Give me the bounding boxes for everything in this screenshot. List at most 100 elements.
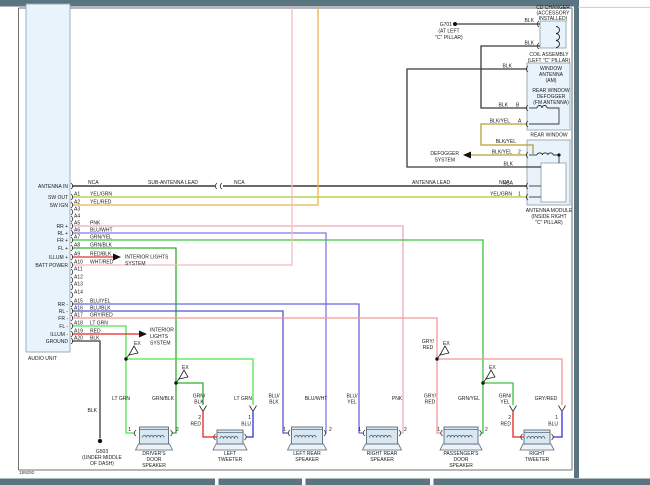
diagram-text: YEL: [500, 400, 510, 406]
diagram-text: RL +: [57, 231, 68, 237]
diagram-text: 2: [198, 415, 201, 421]
junction-dot: [557, 153, 560, 156]
left-tweeter-base: [213, 444, 247, 450]
diagram-text: 2: [329, 427, 332, 433]
wire-a2-yelred: [72, 8, 318, 205]
defogger-system-arrow: [463, 152, 471, 159]
diagram-text: GROUND: [46, 339, 69, 345]
antenna-amplifier-box: [541, 163, 566, 202]
diagram-text: A13: [74, 282, 83, 288]
pin-connector-icon: [552, 434, 554, 440]
diagram-text: REAR WINDOW: [530, 133, 568, 139]
pin-connector-icon: [71, 183, 73, 189]
diagram-text: SUB-ANTENNA LEAD: [148, 180, 198, 186]
diagram-text: NCA: [234, 180, 245, 186]
diagram-text: SW OUT: [48, 195, 68, 201]
diagram-text: YEL/GRN: [490, 192, 512, 198]
diagram-text: LIGHTS: [150, 334, 169, 340]
pin-connector-icon: [71, 331, 73, 337]
g701-ground-icon: [453, 22, 457, 26]
diagram-text: PNK: [392, 396, 403, 402]
pin-connector-icon: [288, 430, 290, 436]
diagram-text: LT GRN: [90, 321, 108, 327]
diagram-text: BLK: [525, 18, 535, 24]
diagram-text: BLU/BLK: [90, 306, 111, 312]
diagram-text: BLK: [88, 408, 98, 414]
diagram-text: BLK: [503, 64, 513, 70]
diagram-text: A15: [74, 299, 83, 305]
diagram-text: 2: [508, 415, 511, 421]
passengers-door-speaker-base: [440, 444, 482, 450]
diagram-text: RED/BLK: [90, 252, 112, 258]
diagram-text: SPEAKER: [370, 457, 394, 463]
wire-left-tweeter-red: [203, 412, 217, 437]
diagram-text: YEL/RED: [90, 200, 112, 206]
diagram-text: FL -: [59, 324, 68, 330]
interior-lights-arrow-2: [139, 331, 147, 338]
diagram-text: SYSTEM: [125, 261, 146, 267]
pin-connector-icon: [71, 245, 73, 251]
diagram-text: EX: [443, 341, 450, 347]
diagram-text: A8: [74, 243, 80, 249]
diagram-text: "C" PILLAR): [435, 35, 463, 41]
audio-unit-box: [26, 4, 70, 352]
right-tweeter-base: [520, 444, 554, 450]
diagram-text: LT GRN: [234, 396, 252, 402]
diagram-text: SPEAKER: [295, 457, 319, 463]
pin-connector-icon: [71, 301, 73, 307]
diagram-text: 1: [283, 427, 286, 433]
diagram-text: TWEETER: [525, 457, 550, 463]
diagram-text: EX: [134, 341, 141, 347]
diagram-text: FR -: [58, 316, 68, 322]
diagram-text: BATT POWER: [35, 263, 68, 269]
left-rear-speaker-base: [288, 444, 327, 450]
inline-connector-icon: [200, 406, 207, 412]
diagram-text: ILLUM -: [50, 332, 68, 338]
diagram-text: SYSTEM: [150, 341, 171, 347]
diagram-text: A7: [74, 235, 80, 241]
diagram-text: G701: [440, 22, 452, 28]
diagram-text: RR +: [56, 224, 68, 230]
diagram-text: BLK: [90, 336, 100, 342]
diagram-text: A20: [74, 336, 83, 342]
diagram-text: YEL/GRN: [90, 192, 112, 198]
diagram-text: 2: [485, 427, 488, 433]
diagram-text: BLK: [194, 400, 204, 406]
diagram-text: 2: [176, 427, 179, 433]
right-rear-speaker-base: [363, 444, 402, 450]
diagram-text: BLU/WHT: [90, 228, 113, 234]
diagram-text: A4: [74, 214, 80, 220]
diagram-text: BLK: [504, 162, 514, 168]
g503-ground-icon: [98, 439, 102, 443]
diagram-text: OF DASH): [90, 461, 114, 467]
diagram-text: 2: [518, 150, 521, 156]
bottom-window-bar-1: [0, 479, 215, 485]
diagram-text: A19: [74, 329, 83, 335]
diagram-text: GRY/RED: [90, 313, 113, 319]
pin-connector-icon: [399, 430, 401, 436]
bottom-window-bar-2: [219, 479, 303, 485]
wire-right-tweeter-red: [513, 412, 524, 437]
pin-connector-icon: [71, 202, 73, 208]
diagram-text: INSTALLED): [539, 16, 568, 22]
diagram-text: (AM): [546, 78, 557, 84]
pin-connector-icon: [363, 430, 365, 436]
diagram-text: ANTENNA IN: [38, 184, 68, 190]
diagram-text: A14: [74, 290, 83, 296]
diagram-text: RED: [190, 422, 201, 428]
wire-a17-gryred: [72, 318, 441, 433]
diagram-text: A2: [74, 200, 80, 206]
pin-connector-icon: [134, 430, 136, 436]
wire-a16-blublk: [72, 311, 289, 433]
pin-connector-icon: [71, 315, 73, 321]
diagram-text: RED: [423, 345, 434, 351]
diagram-text: (FM ANTENNA): [533, 100, 569, 106]
diagram-text: SYSTEM: [434, 158, 455, 164]
pin-connector-icon: [71, 223, 73, 229]
diagram-text: 1: [555, 415, 558, 421]
pin-connector-icon: [71, 269, 73, 275]
pin-connector-icon: [71, 230, 73, 236]
diagram-text: RL -: [59, 309, 69, 315]
diagram-text: ILLUM +: [49, 255, 68, 261]
diagram-text: (AT LEFT: [438, 29, 459, 35]
